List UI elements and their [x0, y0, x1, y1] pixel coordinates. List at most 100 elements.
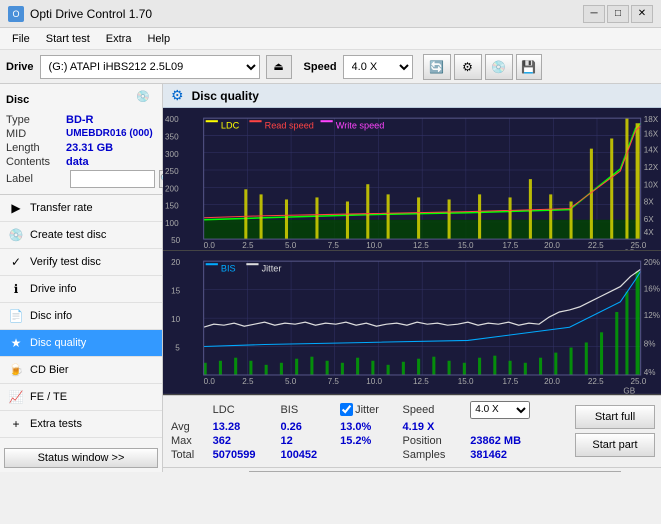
svg-text:16%: 16%	[644, 285, 660, 294]
nav-item-fe-te[interactable]: 📈FE / TE	[0, 384, 162, 411]
max-bis: 12	[280, 434, 340, 448]
window-controls: ─ □ ✕	[583, 5, 653, 23]
col-speed-header: Speed	[403, 400, 471, 420]
menu-file[interactable]: File	[4, 31, 38, 47]
eject-button[interactable]: ⏏	[266, 55, 292, 79]
svg-text:16X: 16X	[644, 129, 659, 138]
col-ldc	[171, 400, 213, 420]
nav-item-disc-info[interactable]: 📄Disc info	[0, 303, 162, 330]
svg-text:4X: 4X	[644, 228, 655, 237]
total-label: Total	[171, 448, 213, 462]
nav-icon-drive-info: ℹ	[8, 281, 24, 297]
total-bis: 100452	[280, 448, 340, 462]
nav-label-verify-test-disc: Verify test disc	[30, 256, 101, 268]
label-key: Label	[6, 173, 66, 185]
nav-item-create-test-disc[interactable]: 💿Create test disc	[0, 222, 162, 249]
start-full-button[interactable]: Start full	[575, 405, 655, 429]
length-key: Length	[6, 142, 66, 154]
sidebar: Disc 💿 Type BD-R MID UMEBDR016 (000) Len…	[0, 84, 163, 472]
nav-item-drive-info[interactable]: ℹDrive info	[0, 276, 162, 303]
drive-select[interactable]: (G:) ATAPI iHBS212 2.5L09	[40, 55, 260, 79]
menu-start-test[interactable]: Start test	[38, 31, 98, 47]
col-bis-header: BIS	[280, 400, 340, 420]
nav-label-disc-quality: Disc quality	[30, 337, 86, 349]
chart-title: Disc quality	[192, 89, 259, 103]
nav-icon-disc-quality: ★	[8, 335, 24, 351]
top-chart: LDC Read speed Write speed 400 350 300 2…	[163, 108, 661, 251]
svg-text:22.5: 22.5	[588, 377, 604, 386]
charts-container: LDC Read speed Write speed 400 350 300 2…	[163, 108, 661, 395]
menu-help[interactable]: Help	[139, 31, 178, 47]
svg-text:150: 150	[165, 202, 179, 211]
menu-extra[interactable]: Extra	[98, 31, 140, 47]
speed-select[interactable]: 4.0 X	[343, 55, 413, 79]
svg-text:100: 100	[165, 219, 179, 228]
refresh-button[interactable]: 🔄	[423, 54, 451, 80]
svg-text:2.5: 2.5	[242, 241, 254, 250]
start-part-button[interactable]: Start part	[575, 433, 655, 457]
menu-bar: File Start test Extra Help	[0, 28, 661, 50]
svg-text:2.5: 2.5	[242, 377, 254, 386]
svg-text:14X: 14X	[644, 146, 659, 155]
close-button[interactable]: ✕	[631, 5, 653, 23]
title-bar: O Opti Drive Control 1.70 ─ □ ✕	[0, 0, 661, 28]
disc-icon: 💿	[136, 90, 156, 110]
contents-val: data	[66, 156, 89, 168]
svg-text:12.5: 12.5	[413, 241, 429, 250]
nav-item-verify-test-disc[interactable]: ✓ Verify test disc	[0, 249, 162, 276]
toolbar: Drive (G:) ATAPI iHBS212 2.5L09 ⏏ Speed …	[0, 50, 661, 84]
nav-icon-cd-bier: 🍺	[8, 362, 24, 378]
nav-item-disc-quality[interactable]: ★ Disc quality	[0, 330, 162, 357]
col-jitter-cb: Jitter	[340, 400, 402, 420]
svg-text:250: 250	[165, 167, 179, 176]
settings-button[interactable]: ⚙	[454, 54, 482, 80]
nav-item-cd-bier[interactable]: 🍺 CD Bier	[0, 357, 162, 384]
bottom-chart: BIS Jitter 20 15 10 5 20% 16% 12% 8% 4% …	[163, 251, 661, 394]
save-button[interactable]: 💾	[516, 54, 542, 80]
length-val: 23.31 GB	[66, 142, 113, 154]
type-val: BD-R	[66, 114, 94, 126]
svg-text:5.0: 5.0	[285, 241, 297, 250]
svg-text:5.0: 5.0	[285, 377, 297, 386]
quality-speed-select[interactable]: 4.0 X	[470, 401, 530, 419]
minimize-button[interactable]: ─	[583, 5, 605, 23]
nav-item-transfer-rate[interactable]: ▶Transfer rate	[0, 195, 162, 222]
content-area: ⚙ Disc quality	[163, 84, 661, 472]
col-speed-select: 4.0 X	[470, 400, 561, 420]
burn-button[interactable]: 💿	[485, 54, 513, 80]
start-buttons: Start full Start part	[569, 396, 661, 467]
avg-label: Avg	[171, 420, 213, 434]
svg-text:4%: 4%	[644, 368, 656, 377]
position-label: Position	[403, 434, 471, 448]
svg-text:10X: 10X	[644, 180, 659, 189]
progress-bar-area: Test completed 100.0% 33:13	[163, 467, 661, 472]
nav-item-extra-tests[interactable]: + Extra tests	[0, 411, 162, 438]
nav-items: ▶Transfer rate💿Create test disc ✓ Verify t…	[0, 195, 162, 438]
nav-label-create-test-disc: Create test disc	[30, 229, 106, 241]
svg-text:12.5: 12.5	[413, 377, 429, 386]
svg-text:18X: 18X	[644, 115, 659, 124]
nav-label-disc-info: Disc info	[30, 310, 72, 322]
chart-header-icon: ⚙	[171, 87, 184, 104]
jitter-checkbox[interactable]	[340, 403, 353, 416]
nav-label-extra-tests: Extra tests	[30, 418, 82, 430]
svg-text:12%: 12%	[644, 311, 660, 320]
nav-icon-extra-tests: +	[8, 416, 24, 432]
avg-jitter: 13.0%	[340, 420, 402, 434]
svg-text:22.5: 22.5	[588, 241, 604, 250]
label-input[interactable]	[70, 170, 155, 188]
stats-table-area: LDC BIS Jitter Speed 4.0 X	[163, 396, 569, 467]
svg-text:400: 400	[165, 115, 179, 124]
main-layout: Disc 💿 Type BD-R MID UMEBDR016 (000) Len…	[0, 84, 661, 472]
status-window-button[interactable]: Status window >>	[4, 448, 158, 468]
nav-label-fe-te: FE / TE	[30, 391, 67, 403]
svg-text:20%: 20%	[644, 259, 660, 268]
max-ldc: 362	[213, 434, 281, 448]
app-icon: O	[8, 6, 24, 22]
svg-text:10.0: 10.0	[366, 377, 382, 386]
nav-icon-verify-test-disc: ✓	[8, 254, 24, 270]
maximize-button[interactable]: □	[607, 5, 629, 23]
nav-label-cd-bier: CD Bier	[30, 364, 69, 376]
chart-header: ⚙ Disc quality	[163, 84, 661, 108]
svg-text:LDC: LDC	[221, 120, 240, 130]
